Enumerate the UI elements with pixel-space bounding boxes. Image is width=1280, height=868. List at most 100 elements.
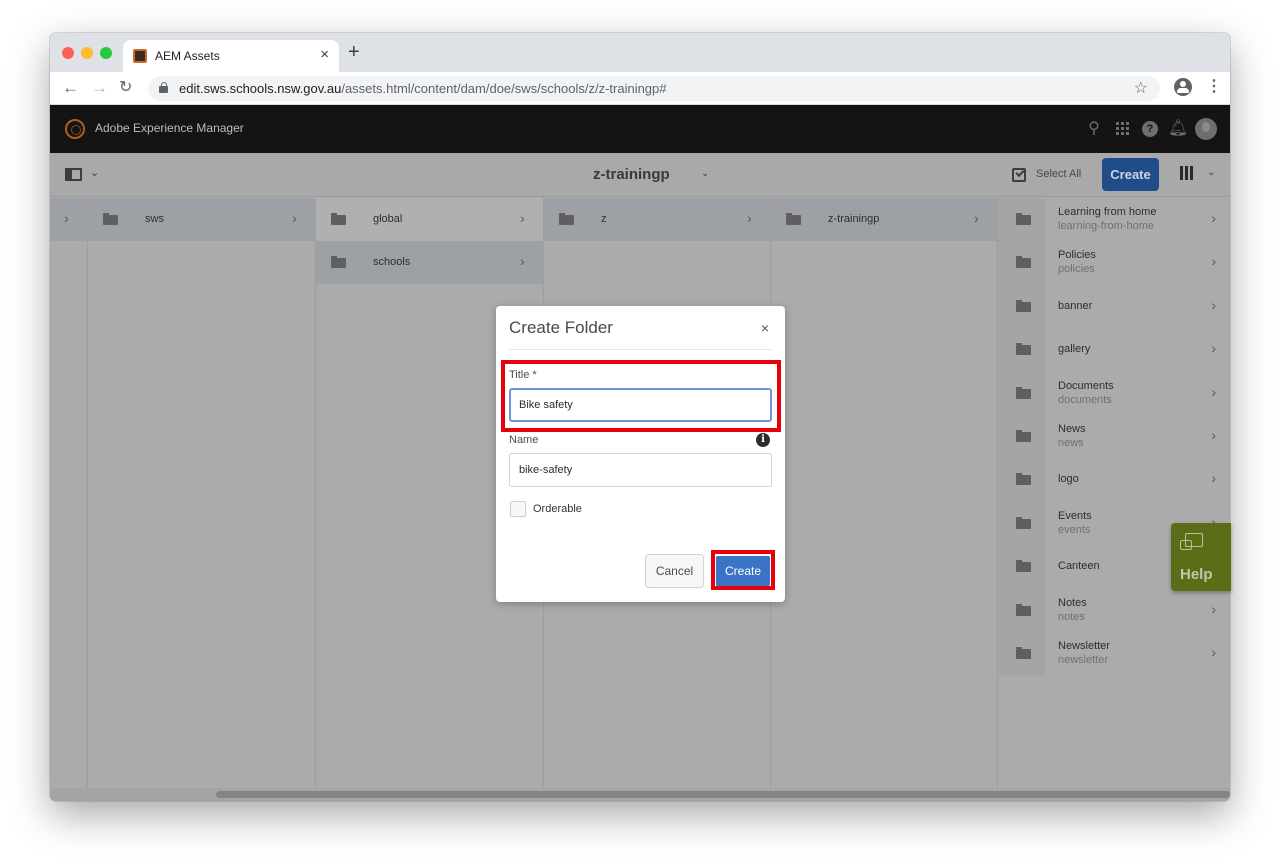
notifications-bell-icon[interactable]: 🔔︎	[1164, 117, 1192, 141]
search-icon[interactable]: ⚲	[1080, 117, 1108, 141]
cancel-button[interactable]: Cancel	[645, 554, 704, 588]
folder-list-item[interactable]: Learning from home learning-from-home ›	[998, 198, 1230, 241]
aem-logo-icon[interactable]	[65, 119, 85, 139]
close-window-button[interactable]	[62, 47, 74, 59]
address-bar[interactable]: edit.sws.schools.nsw.gov.au/assets.html/…	[148, 76, 1160, 101]
help-widget-label: Help	[1180, 566, 1213, 583]
chevron-right-icon: ›	[64, 210, 69, 226]
folder-list-item[interactable]: logo ›	[998, 458, 1230, 501]
forward-arrow-icon[interactable]: →	[91, 78, 108, 98]
folder-icon	[1016, 256, 1031, 269]
tab-strip: AEM Assets × +	[50, 33, 1230, 72]
folder-node-name: policies	[1058, 263, 1095, 276]
chevron-right-icon: ›	[1211, 383, 1216, 400]
name-input[interactable]: bike-safety	[509, 453, 772, 487]
folder-title: banner	[1058, 299, 1093, 312]
folder-list-item[interactable]: banner ›	[998, 285, 1230, 328]
close-icon[interactable]: ×	[761, 320, 769, 336]
browser-tab[interactable]: AEM Assets ×	[123, 40, 339, 72]
folder-icon	[1016, 213, 1031, 225]
orderable-checkbox[interactable]	[510, 501, 526, 517]
chevron-right-icon: ›	[520, 253, 525, 269]
app-title: Adobe Experience Manager	[95, 121, 244, 135]
folder-name: z	[601, 213, 607, 225]
chevron-down-icon[interactable]: ⌄	[701, 168, 709, 179]
chevron-right-icon: ›	[1211, 296, 1216, 313]
folder-list-item[interactable]: News news ›	[998, 415, 1230, 458]
folder-title: Policies	[1058, 249, 1096, 262]
folder-title: News	[1058, 423, 1086, 435]
column-row[interactable]: z-trainingp ›	[771, 198, 997, 241]
rail-toggle-icon[interactable]	[65, 168, 82, 181]
back-arrow-icon[interactable]: ←	[62, 78, 79, 98]
tab-close-icon[interactable]: ×	[320, 46, 329, 63]
folder-title: gallery	[1058, 343, 1091, 356]
tab-title: AEM Assets	[155, 49, 220, 63]
horizontal-scrollbar[interactable]	[50, 788, 1230, 801]
new-tab-button[interactable]: +	[348, 42, 360, 62]
folder-icon	[1016, 473, 1031, 486]
profile-icon[interactable]	[1174, 78, 1192, 96]
url-domain: edit.sws.schools.nsw.gov.au	[179, 81, 342, 96]
maximize-window-button[interactable]	[100, 47, 112, 59]
aem-shell-header: Adobe Experience Manager ⚲ ? 🔔︎	[50, 105, 1230, 153]
column-row[interactable]: global ›	[316, 198, 543, 241]
column-row[interactable]: sws ›	[88, 198, 315, 241]
title-field-highlight	[501, 360, 781, 432]
chevron-down-icon[interactable]: ⌄	[90, 166, 99, 179]
scrollbar-thumb[interactable]	[216, 791, 1230, 798]
bookmark-star-icon[interactable]: ☆	[1134, 78, 1148, 98]
column-row[interactable]: z ›	[544, 198, 770, 241]
help-icon[interactable]: ?	[1136, 117, 1164, 141]
select-all-button[interactable]: Select All	[1036, 168, 1081, 180]
column-back: ›	[50, 198, 88, 788]
folder-node-name: news	[1058, 437, 1084, 449]
folder-title: Notes	[1058, 596, 1087, 609]
column-row[interactable]: ›	[50, 198, 87, 241]
chevron-right-icon: ›	[520, 210, 525, 226]
folder-list-item[interactable]: gallery ›	[998, 328, 1230, 371]
browser-menu-icon[interactable]: ⋮	[1206, 76, 1222, 96]
create-button[interactable]: Create	[1102, 158, 1159, 191]
chevron-right-icon: ›	[974, 210, 979, 226]
minimize-window-button[interactable]	[81, 47, 93, 59]
info-icon[interactable]: i	[756, 433, 770, 447]
folder-icon	[1016, 516, 1031, 529]
folder-node-name: documents	[1058, 393, 1112, 406]
folder-node-name: newsletter	[1058, 654, 1109, 666]
chevron-right-icon: ›	[1211, 210, 1216, 226]
chevron-right-icon: ›	[1211, 600, 1216, 617]
folder-list-item[interactable]: Notes notes ›	[998, 589, 1230, 632]
folder-icon	[1016, 647, 1031, 659]
folder-list-item[interactable]: Documents documents ›	[998, 372, 1230, 415]
chevron-right-icon: ›	[1211, 644, 1216, 660]
folder-name: z-trainingp	[828, 213, 880, 225]
folder-list-item[interactable]: Newsletter newsletter ›	[998, 632, 1230, 675]
user-avatar-icon[interactable]	[1192, 117, 1220, 141]
folder-title: Learning from home	[1058, 206, 1157, 218]
chevron-down-icon[interactable]: ⌄	[1207, 167, 1215, 178]
reload-icon[interactable]: ↻	[119, 78, 132, 98]
folder-name: sws	[145, 213, 164, 225]
folder-icon	[103, 213, 118, 225]
dialog-title: Create Folder	[509, 318, 613, 337]
folder-icon	[1016, 603, 1031, 616]
column-view-icon[interactable]	[1180, 166, 1193, 180]
chevron-right-icon: ›	[1211, 427, 1216, 443]
folder-node-name: events	[1058, 523, 1091, 536]
folder-icon	[1016, 343, 1031, 356]
folder-icon	[1016, 386, 1031, 399]
column-1: sws ›	[88, 198, 316, 788]
current-folder-title[interactable]: z-trainingp	[593, 166, 670, 183]
folder-title: logo	[1058, 473, 1079, 486]
url-text[interactable]: edit.sws.schools.nsw.gov.au/assets.html/…	[179, 81, 667, 96]
solutions-grid-icon[interactable]	[1108, 117, 1136, 141]
folder-node-name: learning-from-home	[1058, 220, 1154, 232]
column-4: z-trainingp ›	[771, 198, 998, 788]
column-row[interactable]: schools ›	[316, 241, 543, 284]
folder-list-item[interactable]: Policies policies ›	[998, 241, 1230, 284]
folder-title: Canteen	[1058, 560, 1100, 573]
orderable-label: Orderable	[533, 503, 582, 515]
help-widget-button[interactable]: Help	[1171, 523, 1231, 591]
select-all-icon[interactable]	[1012, 168, 1026, 182]
